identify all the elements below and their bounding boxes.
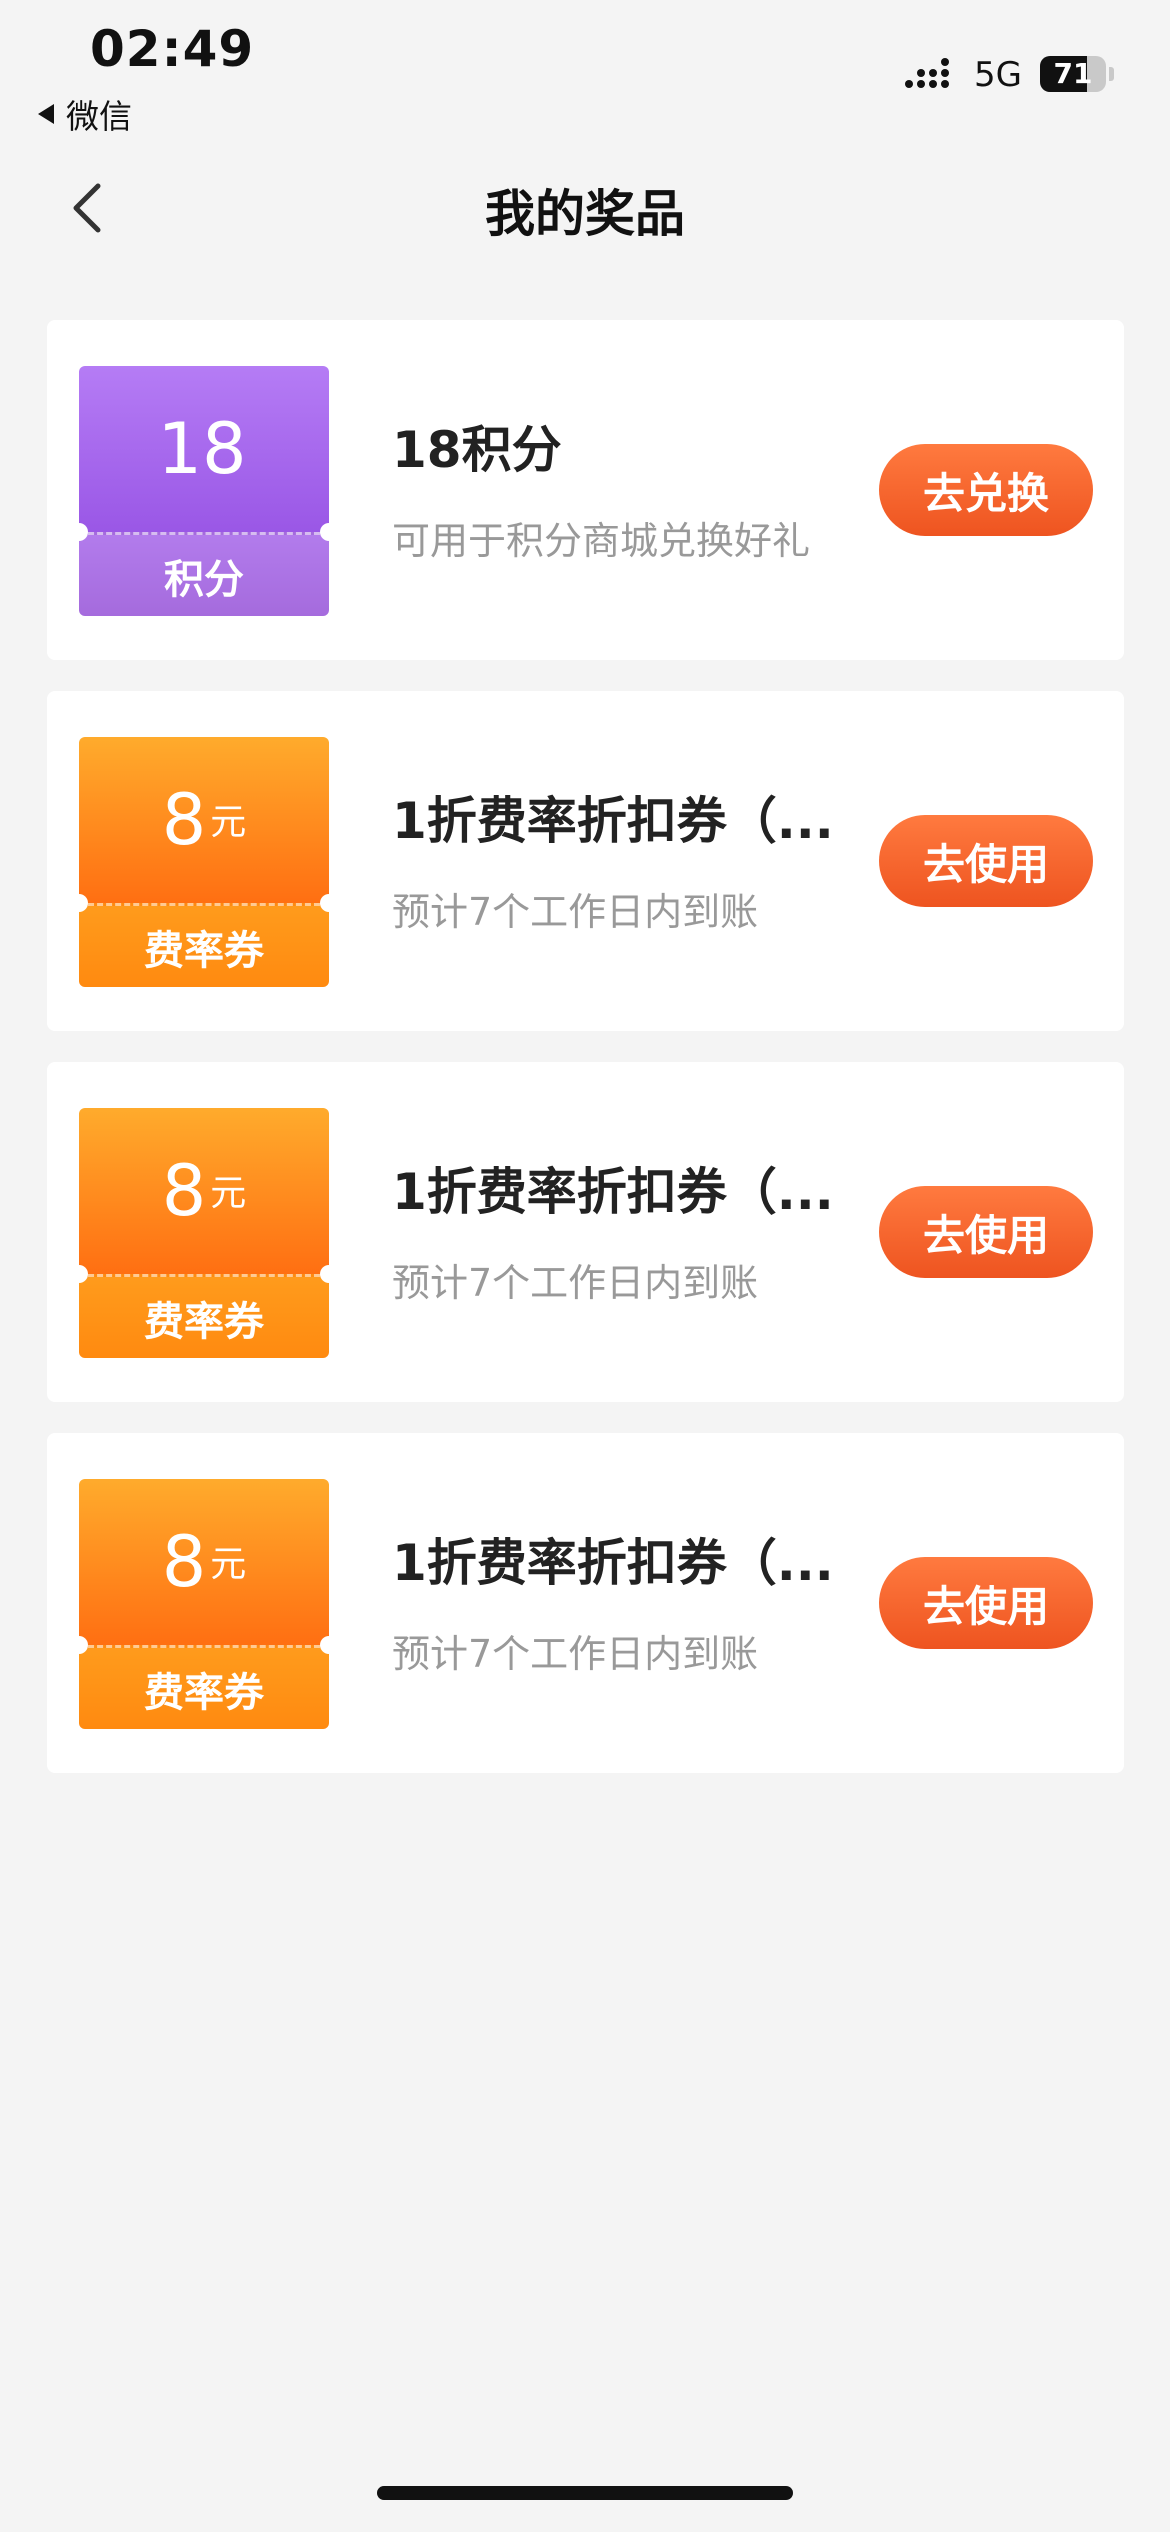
ticket-label: 费率券	[79, 1645, 329, 1729]
prize-card[interactable]: 18 积分 18积分 可用于积分商城兑换好礼 去兑换	[47, 320, 1124, 660]
prize-card[interactable]: 8 元 费率券 1折费率折扣券（... 预计7个工作日内到账 去使用	[47, 1062, 1124, 1402]
ticket-label: 费率券	[79, 903, 329, 987]
prize-ticket: 18 积分	[79, 366, 329, 616]
prize-subtitle: 预计7个工作日内到账	[392, 1632, 759, 1676]
battery-cap	[1109, 67, 1114, 81]
ticket-amount: 8	[161, 1150, 207, 1232]
page-title: 我的奖品	[485, 185, 685, 243]
ticket-value: 8 元	[79, 737, 329, 903]
prize-title: 1折费率折扣券（...	[392, 1534, 834, 1592]
prize-card[interactable]: 8 元 费率券 1折费率折扣券（... 预计7个工作日内到账 去使用	[47, 691, 1124, 1031]
ticket-unit: 元	[210, 1544, 247, 1585]
prize-action-button[interactable]: 去使用	[879, 815, 1093, 907]
prize-card[interactable]: 8 元 费率券 1折费率折扣券（... 预计7个工作日内到账 去使用	[47, 1433, 1124, 1773]
prize-ticket: 8 元 费率券	[79, 737, 329, 987]
ticket-unit: 元	[210, 802, 247, 843]
ticket-label: 费率券	[79, 1274, 329, 1358]
prize-title: 18积分	[392, 421, 562, 479]
back-to-app-link[interactable]: 微信	[38, 90, 132, 138]
ticket-value: 8 元	[79, 1108, 329, 1274]
prize-list: 18 积分 18积分 可用于积分商城兑换好礼 去兑换 8 元 费率券 1折费率折…	[47, 320, 1124, 1804]
ticket-value: 18	[79, 366, 329, 532]
back-triangle-icon	[38, 104, 54, 124]
ticket-unit: 元	[210, 1173, 247, 1214]
prize-action-button[interactable]: 去兑换	[879, 444, 1093, 536]
status-bar: 02:49 微信 5G 71	[0, 0, 1170, 150]
prize-ticket: 8 元 费率券	[79, 1108, 329, 1358]
ticket-value: 8 元	[79, 1479, 329, 1645]
navigation-bar: 我的奖品	[0, 150, 1170, 280]
ticket-amount: 18	[157, 408, 247, 490]
ticket-amount: 8	[161, 779, 207, 861]
back-app-label: 微信	[66, 97, 132, 136]
signal-icon	[905, 58, 949, 88]
status-time: 02:49	[90, 20, 255, 78]
prize-action-button[interactable]: 去使用	[879, 1186, 1093, 1278]
prize-subtitle: 可用于积分商城兑换好礼	[392, 519, 811, 563]
home-indicator[interactable]	[377, 2486, 793, 2500]
network-type: 5G	[974, 55, 1022, 95]
prize-ticket: 8 元 费率券	[79, 1479, 329, 1729]
ticket-label: 积分	[79, 532, 329, 616]
ticket-amount: 8	[161, 1521, 207, 1603]
prize-subtitle: 预计7个工作日内到账	[392, 1261, 759, 1305]
battery-level: 71	[1053, 57, 1093, 90]
prize-action-button[interactable]: 去使用	[879, 1557, 1093, 1649]
prize-title: 1折费率折扣券（...	[392, 792, 834, 850]
prize-title: 1折费率折扣券（...	[392, 1163, 834, 1221]
prize-subtitle: 预计7个工作日内到账	[392, 890, 759, 934]
battery-icon: 71	[1040, 56, 1106, 92]
